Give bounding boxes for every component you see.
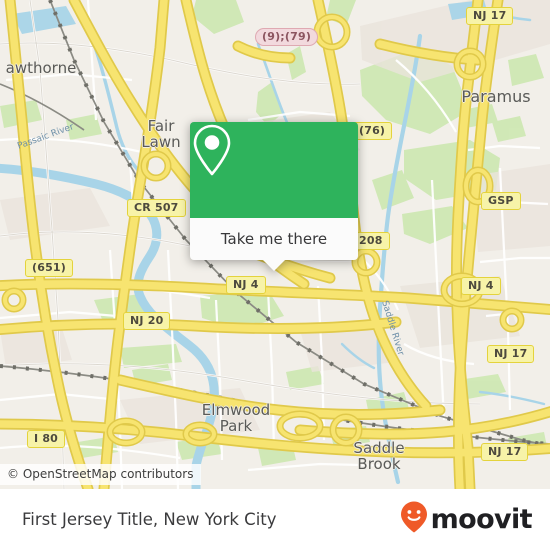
location-popup[interactable]: Take me there: [190, 122, 358, 271]
popup-icon-panel: [190, 122, 358, 218]
moovit-brand[interactable]: moovit: [399, 500, 533, 539]
moovit-wordmark: moovit: [430, 504, 533, 535]
popup-tail: [263, 260, 285, 271]
screenshot-root: awthorne Fair Lawn Paramus Elmwood Park …: [0, 0, 550, 550]
take-me-there-label: Take me there: [220, 230, 328, 248]
bottom-bar: First Jersey Title, New York City moovit: [0, 489, 550, 550]
osm-attribution[interactable]: © OpenStreetMap contributors: [0, 464, 202, 485]
map-canvas[interactable]: awthorne Fair Lawn Paramus Elmwood Park …: [0, 0, 550, 489]
moovit-pin-smiley-icon: [399, 500, 429, 539]
bottom-bar-content: First Jersey Title, New York City moovit: [0, 489, 550, 550]
popup-action-panel[interactable]: Take me there: [190, 218, 358, 271]
location-title: First Jersey Title, New York City: [22, 510, 277, 529]
